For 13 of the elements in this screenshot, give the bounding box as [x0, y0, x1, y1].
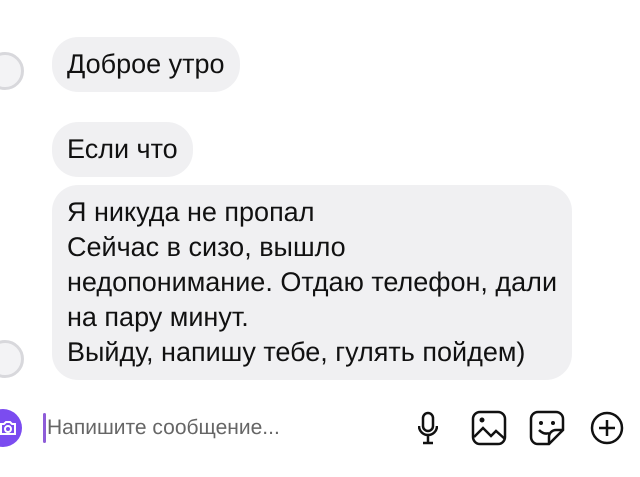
message-text: на пару минут.: [67, 302, 250, 333]
message-text: Я никуда не пропал: [67, 197, 316, 228]
message-text: недопонимание. Отдаю телефон, дали: [67, 267, 558, 298]
message-text: Выйду, напишу тебе, гулять пойдем): [67, 337, 526, 368]
message-input[interactable]: Напишите сообщение...: [47, 412, 367, 444]
message-text: Доброе утро: [67, 49, 225, 80]
sticker-icon[interactable]: [529, 410, 565, 446]
add-icon[interactable]: [590, 411, 624, 445]
message-text: Если что: [67, 134, 178, 165]
image-icon[interactable]: [471, 410, 507, 446]
camera-icon: [0, 420, 17, 436]
message-text: Сейчас в сизо, вышло: [67, 232, 347, 263]
microphone-icon[interactable]: [418, 411, 438, 445]
